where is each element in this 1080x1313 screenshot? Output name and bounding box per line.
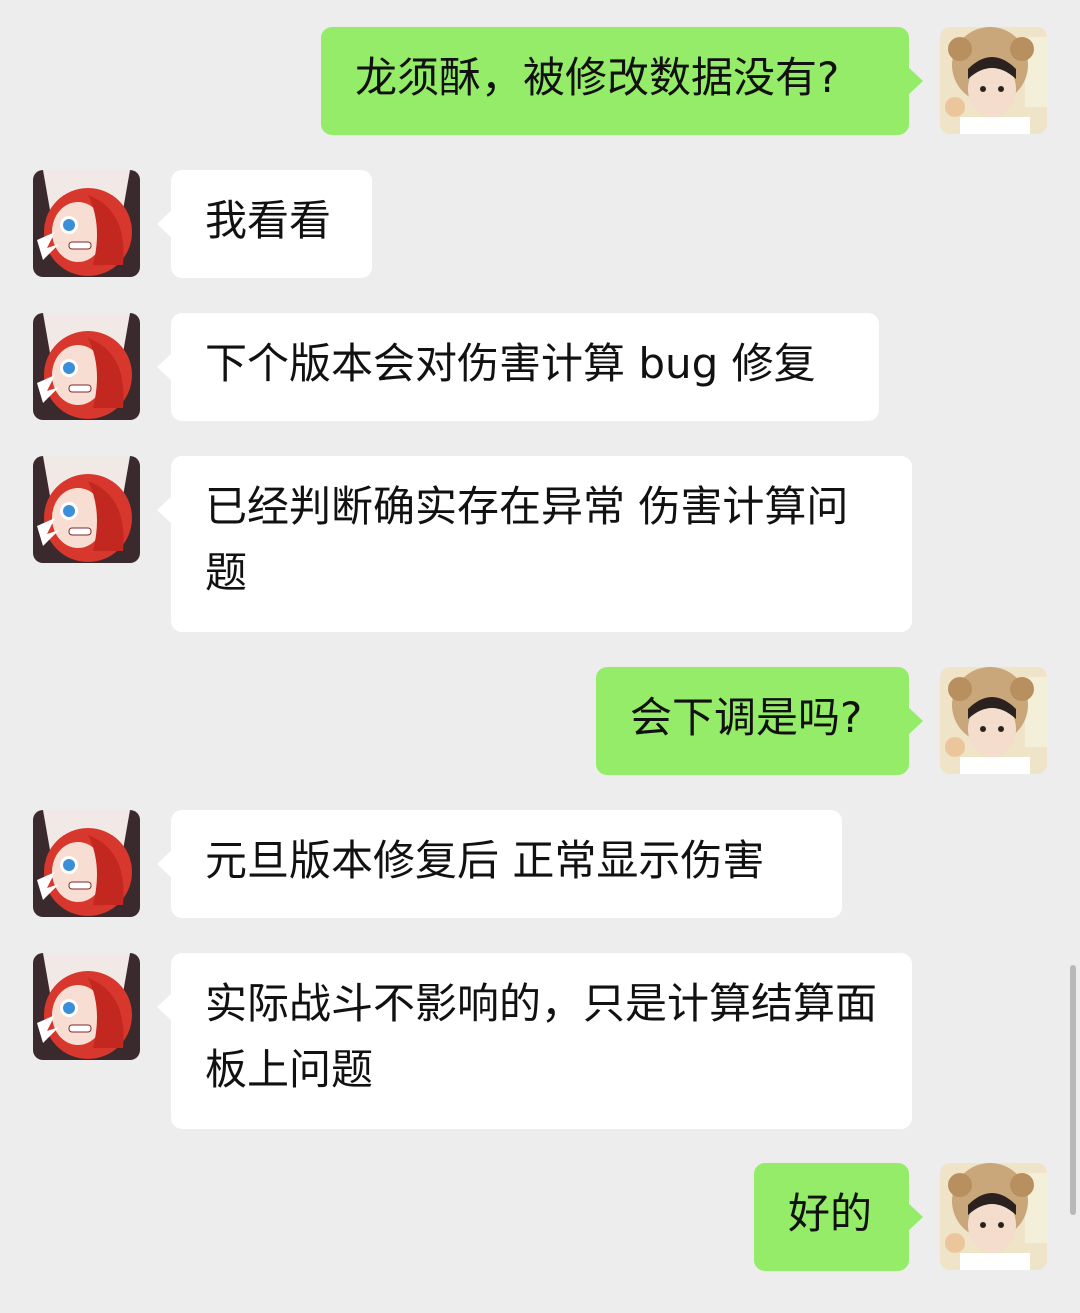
agent-avatar-icon[interactable] (33, 170, 140, 277)
message-text: 我看看 (205, 196, 332, 245)
user-avatar-icon[interactable] (940, 1163, 1047, 1270)
agent-avatar-icon[interactable] (33, 313, 140, 420)
message-bubble-sent[interactable]: 好的 (754, 1163, 923, 1271)
message-bubble-received[interactable]: 元旦版本修复后 正常显示伤害 (157, 810, 842, 918)
user-avatar-icon[interactable] (940, 27, 1047, 134)
agent-avatar-icon[interactable] (33, 810, 140, 917)
message-bubble-received[interactable]: 下个版本会对伤害计算 bug 修复 (157, 313, 879, 421)
agent-avatar-icon[interactable] (33, 953, 140, 1060)
message-text: 好的 (788, 1189, 873, 1238)
message-text: 会下调是吗? (630, 693, 863, 742)
message-text: 龙须酥，被修改数据没有? (355, 53, 840, 102)
chat-message-list[interactable]: 龙须酥，被修改数据没有? 我看看 下个版本会对伤害计算 bug 修复 已经判断确… (0, 0, 1080, 1313)
scrollbar[interactable] (1070, 965, 1076, 1215)
message-text: 实际战斗不影响的，只是计算结算面板上问题 (205, 979, 878, 1094)
message-bubble-received[interactable]: 实际战斗不影响的，只是计算结算面板上问题 (157, 953, 912, 1129)
message-bubble-sent[interactable]: 龙须酥，被修改数据没有? (321, 27, 923, 135)
message-text: 元旦版本修复后 正常显示伤害 (205, 836, 765, 885)
message-bubble-received[interactable]: 我看看 (157, 170, 372, 278)
user-avatar-icon[interactable] (940, 667, 1047, 774)
message-bubble-sent[interactable]: 会下调是吗? (596, 667, 923, 775)
message-text: 下个版本会对伤害计算 bug 修复 (205, 339, 816, 388)
message-bubble-received[interactable]: 已经判断确实存在异常 伤害计算问题 (157, 456, 912, 632)
agent-avatar-icon[interactable] (33, 456, 140, 563)
message-text: 已经判断确实存在异常 伤害计算问题 (205, 482, 849, 597)
